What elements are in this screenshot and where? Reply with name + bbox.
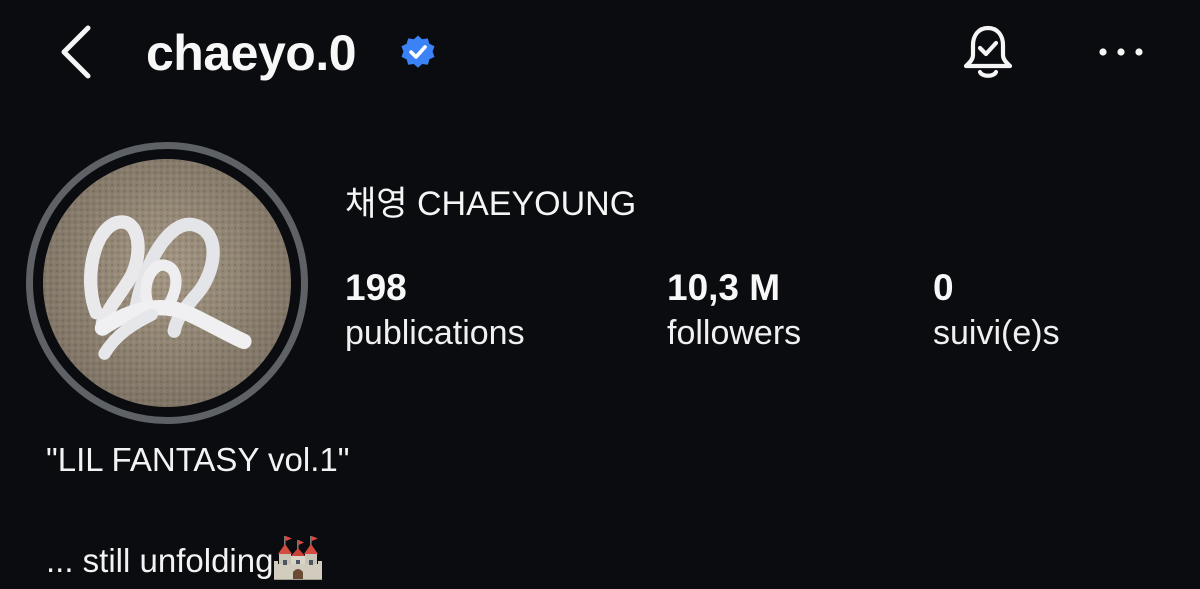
followers-count: 10,3 M [667, 267, 781, 308]
stat-publications[interactable]: 198 publications [345, 266, 525, 354]
display-name: 채영 CHAEYOUNG [345, 185, 637, 223]
back-button[interactable] [52, 20, 112, 84]
bio-line-title: "LIL FANTASY vol.1" [46, 441, 350, 478]
chevron-left-icon [61, 25, 91, 79]
stat-followers[interactable]: 10,3 M followers [667, 266, 801, 354]
bio-tagline-text: ... still unfolding [46, 542, 274, 579]
stat-following[interactable]: 0 suivi(e)s [933, 266, 1060, 354]
profile-photo [43, 159, 291, 407]
publications-count: 198 [345, 267, 407, 308]
following-count: 0 [933, 267, 954, 308]
following-label: suivi(e)s [933, 314, 1060, 352]
publications-label: publications [345, 314, 525, 352]
verified-badge-icon [400, 34, 436, 70]
notifications-button[interactable] [956, 20, 1020, 84]
more-options-button[interactable] [1094, 30, 1154, 74]
profile-username: chaeyo.0 [146, 25, 357, 81]
more-horizontal-icon [1099, 48, 1143, 56]
castle-icon [274, 536, 323, 580]
avatar[interactable] [26, 142, 308, 424]
bio-line-tagline: ... still unfolding [46, 536, 323, 581]
bell-check-icon [963, 25, 1013, 78]
followers-label: followers [667, 314, 802, 352]
